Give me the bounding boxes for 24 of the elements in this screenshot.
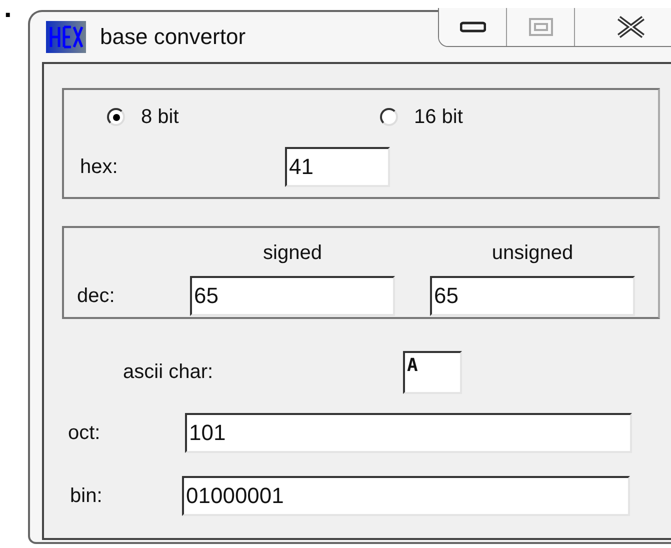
dec-label: dec: — [76, 284, 116, 308]
minimize-icon — [460, 21, 486, 33]
oct-label: oct: — [67, 422, 102, 444]
app-icon — [46, 21, 86, 53]
unsigned-field[interactable]: 65 — [430, 276, 635, 316]
bin-field[interactable]: 01000001 — [182, 476, 630, 516]
column-header: signed — [262, 242, 323, 264]
bin-label: bin: — [69, 484, 104, 508]
signed-field[interactable]: 65 — [190, 276, 395, 316]
radio-icon[interactable] — [380, 108, 398, 126]
close-icon — [616, 16, 646, 38]
radio-option[interactable]: 8 bit — [107, 106, 380, 128]
radio-icon[interactable] — [107, 108, 125, 126]
window-title: base convertor — [100, 24, 246, 50]
radio-option[interactable]: 16 bit — [380, 106, 463, 128]
hex-field[interactable]: 41 — [285, 147, 390, 187]
ascii-field[interactable]: A — [403, 351, 462, 394]
hex-label: hex: — [79, 156, 119, 178]
ascii-label: ascii char: — [122, 361, 214, 384]
column-header: unsigned — [490, 242, 574, 264]
corner-label: . — [4, 0, 12, 24]
maximize-icon — [528, 17, 554, 37]
minimize-button[interactable] — [439, 8, 507, 46]
oct-field[interactable]: 101 — [185, 413, 632, 453]
